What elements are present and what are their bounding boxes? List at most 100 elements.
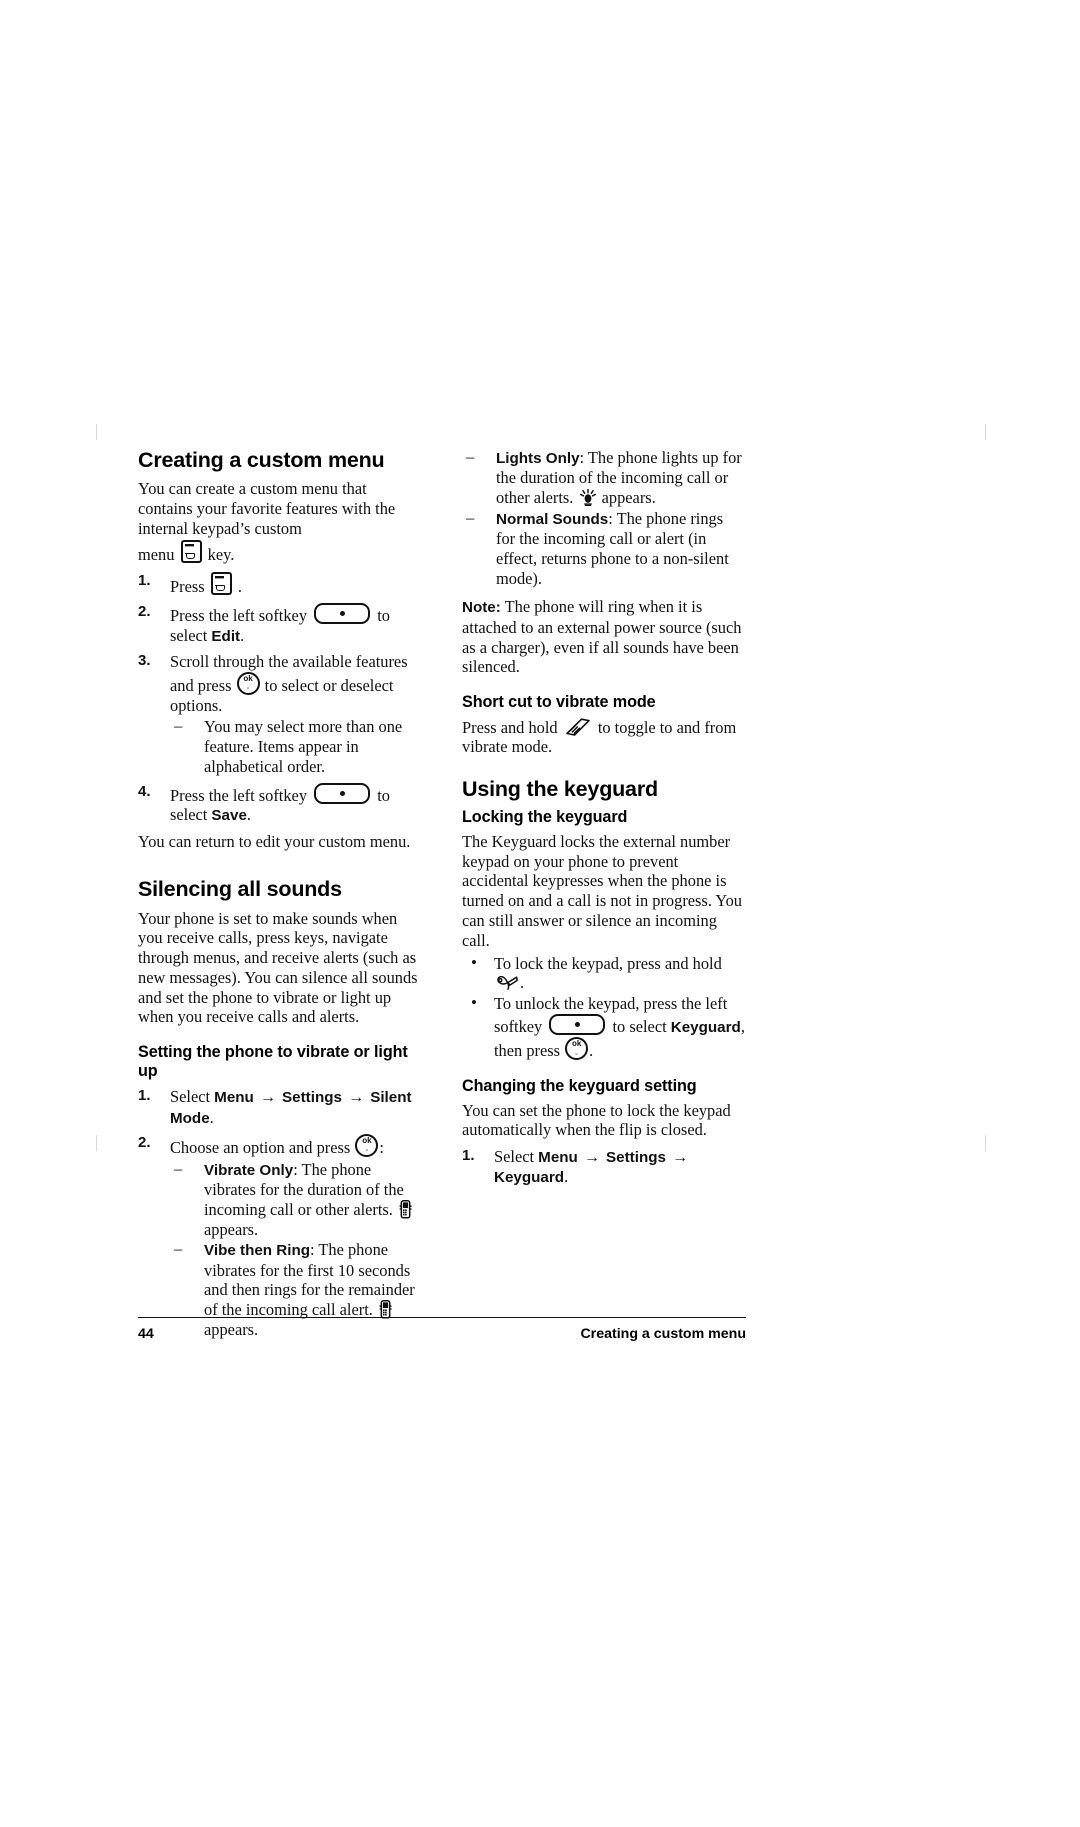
vibrate-shortcut-key-icon [565,717,591,737]
vibrate-icon [399,1199,412,1219]
option-vibrate-only-tail: appears. [204,1219,259,1239]
menu-path-keyguard: Keyguard [494,1169,565,1187]
step-2-text: Press the left softkey [170,605,308,625]
step-4-number: 4. [138,782,151,800]
step-4-period: . [246,805,252,825]
crop-tick-bottom-left [96,1135,97,1151]
menu-path-menu: Menu [214,1089,254,1107]
page-content: Creating a custom menu You can create a … [138,447,746,1346]
menu-key-icon [210,572,232,596]
step-3-subitem: – You may select more than one feature. … [170,716,422,776]
lights-icon [579,489,596,507]
option-vibrate-only-line-3: alerts. [353,1199,393,1219]
option-vibrate-only: – Vibrate Only: The phone vibrates for t… [170,1158,422,1240]
footer-rule [138,1317,746,1319]
changing-step-1-period: . [564,1167,569,1187]
changing-step-1-text: Select [494,1147,535,1167]
step-1: 1. Press . [138,572,422,597]
keyguard-lock-period: . [520,973,525,993]
keyguard-unlock-period: . [589,1041,594,1061]
document-page: Creating a custom menu You can create a … [0,0,1080,1827]
keyguard-unlock-mid: to select [612,1016,667,1036]
silent-step-1-period: . [209,1107,214,1127]
ok-key-icon: ok ▫ [565,1037,589,1061]
step-3-number: 3. [138,651,151,669]
menu-path-settings: Settings [282,1089,342,1107]
lock-key-icon [496,973,518,991]
footer-section-title: Creating a custom menu [580,1326,746,1342]
crop-tick-bottom-right [985,1135,986,1151]
option-lights-only-label: Lights Only [496,450,580,467]
option-vibrate-only-label: Vibrate Only [204,1161,294,1179]
menu-path-menu: Menu [538,1149,578,1167]
changing-line-2: automatically when the flip is closed. [462,1120,707,1140]
arrow-icon: → [672,1149,689,1167]
left-column: Creating a custom menu You can create a … [138,448,422,1346]
shortcut-mid: to toggle to and from [597,717,737,737]
dash-marker: – [466,507,475,527]
arrow-icon: → [348,1089,365,1107]
step-2-ui-label: Edit [211,627,241,645]
dash-marker: – [466,447,475,466]
silent-mode-steps: 1. Select Menu → Settings → Silent Mode.… [138,1087,422,1339]
menu-path-settings: Settings [606,1149,666,1167]
silent-step-2-text: Choose an option and press [170,1137,351,1157]
silent-mode-options-continued: – Lights Only: The phone lights up for t… [462,447,746,589]
step-4: 4. Press the left softkey to select Save… [138,782,422,826]
softkey-icon [314,602,371,624]
option-normal-sounds-label: Normal Sounds [496,510,609,528]
intro-key-word: key. [207,545,235,565]
crop-tick-top-left [96,424,97,440]
option-normal-sounds: – Normal Sounds: The phone rings for the… [462,507,746,589]
silent-step-2-number: 2. [138,1133,151,1151]
heading-creating-a-custom-menu: Creating a custom menu [138,448,385,472]
changing-line-1: You can set the phone to lock the keypad [462,1100,731,1120]
note-paragraph: Note: The phone will ring when it is att… [462,597,746,677]
keyguard-lock-text: To lock the keypad, press and hold [494,953,722,973]
shortcut-post: vibrate mode. [462,737,553,757]
dash-marker: – [174,1239,183,1259]
intro-paragraph: You can create a custom menu that contai… [138,479,422,538]
silent-step-2: 2. Choose an option and press ok ▫: – Vib… [138,1133,422,1340]
step-2-number: 2. [138,602,151,620]
custom-menu-closing: You can return to edit your custom menu. [138,831,411,851]
step-1-period: . [237,577,242,597]
changing-step-1: 1. Select Menu → Settings → Keyguard. [462,1147,746,1188]
custom-menu-steps: 1. Press . 2. Press the left softkey to … [138,572,422,826]
softkey-icon [314,782,371,804]
bullet-marker: • [471,993,477,1013]
step-1-number: 1. [138,572,151,590]
intro-menu-word: menu [138,545,175,565]
menu-key-icon [180,540,202,564]
heading-using-the-keyguard: Using the keyguard [462,777,658,802]
step-4-text: Press the left softkey [170,785,308,805]
option-vibe-then-ring-label: Vibe then Ring [204,1242,311,1260]
heading-silencing-all-sounds: Silencing all sounds [138,877,342,902]
silent-step-1: 1. Select Menu → Settings → Silent Mode. [138,1087,422,1128]
page-footer: 44 Creating a custom menu [138,1326,746,1342]
shortcut-paragraph: Press and hold to toggle to and from vib… [462,717,746,758]
right-column: – Lights Only: The phone lights up for t… [462,447,746,1194]
shortcut-pre: Press and hold [462,717,558,737]
step-3-subitems: – You may select more than one feature. … [170,716,422,776]
keyguard-paragraph: The Keyguard locks the external number k… [462,832,746,951]
silent-mode-options: – Vibrate Only: The phone vibrates for t… [170,1158,422,1340]
dash-marker: – [174,716,183,736]
silent-step-1-text: Select [170,1087,211,1107]
arrow-icon: → [583,1149,600,1167]
keyguard-bullet-lock: • To lock the keypad, press and hold . [462,952,746,994]
bullet-marker: • [471,952,477,972]
step-2-period: . [240,625,245,645]
silencing-paragraph: Your phone is set to make sounds when yo… [138,909,422,1028]
subheading-setting-vibrate-or-light-up: Setting the phone to vibrate or light up [138,1043,408,1080]
intro-paragraph-last-line: menu key. [138,540,422,565]
step-3: 3. Scroll through the available features… [138,652,422,777]
option-lights-only-tail: appears. [601,488,656,508]
step-1-text: Press [170,577,205,597]
changing-step-1-number: 1. [462,1147,475,1165]
subheading-short-cut-to-vibrate-mode: Short cut to vibrate mode [462,693,656,712]
changing-keyguard-steps: 1. Select Menu → Settings → Keyguard. [462,1147,746,1188]
crop-tick-top-right [985,424,986,440]
dash-marker: – [174,1158,183,1178]
option-lights-only-line-3: alerts. [533,488,574,508]
